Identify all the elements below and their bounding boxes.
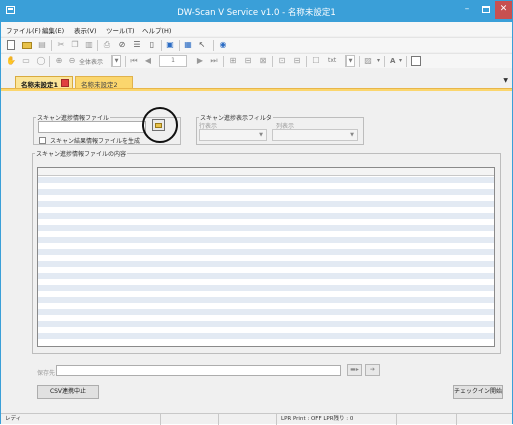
scan-file-path-input[interactable] <box>38 121 146 133</box>
toolbar-separator <box>179 40 180 51</box>
zoom-out-icon[interactable]: ⊖ <box>67 56 77 66</box>
status-ready: レディ <box>1 414 161 425</box>
toolbar-separator <box>272 56 273 67</box>
status-pane-empty <box>219 414 277 425</box>
help-icon[interactable]: ◉ <box>218 40 228 50</box>
toolbar-separator <box>384 56 385 67</box>
align-right-icon[interactable]: ⊠ <box>258 56 268 66</box>
page-number-field[interactable]: 1 <box>159 55 187 67</box>
chevron-down-icon: ▼ <box>350 132 354 138</box>
prev-page-icon[interactable]: ◀ <box>143 56 153 66</box>
status-bar: レディ LPR Print : OFF LPR残り : 0 <box>1 413 512 425</box>
toolbar-separator <box>213 40 214 51</box>
window-title: DW-Scan V Service v1.0 - 名称未設定1 <box>177 8 336 18</box>
align-top-icon[interactable]: ⊡ <box>277 56 287 66</box>
pointer-icon[interactable]: ↖ <box>197 40 207 50</box>
font-label[interactable]: A <box>390 57 395 65</box>
copy-icon[interactable]: ❐ <box>70 40 80 50</box>
toolbar-separator <box>306 56 307 67</box>
chevron-down-icon: ▼ <box>259 132 263 138</box>
toolbar-separator <box>49 56 50 67</box>
grid-header <box>38 168 494 176</box>
list-view-icon[interactable]: ☰ <box>132 40 142 50</box>
tab-band <box>1 88 512 91</box>
zoom-dropdown[interactable]: ▼ <box>111 55 121 67</box>
save-destination-input[interactable] <box>56 365 341 376</box>
frame-icon[interactable] <box>411 56 421 66</box>
grid-row[interactable] <box>38 339 494 345</box>
menu-edit[interactable]: 編集(E) <box>42 25 64 35</box>
maximize-icon <box>482 6 490 13</box>
main-toolbar: ▤ ✂ ❐ ▥ ⎙ ⊘ ☰ ▯ ▣ ▦ ↖ ◉ <box>1 37 512 52</box>
menu-bar: ファイル(F) 編集(E) 表示(V) ツール(T) ヘルプ(H) <box>1 22 512 36</box>
minimize-button[interactable]: – <box>457 1 477 19</box>
close-button[interactable]: ✕ <box>495 1 512 19</box>
zoom-in-icon[interactable]: ⊕ <box>54 56 64 66</box>
next-page-icon[interactable]: ▶ <box>195 56 205 66</box>
align-center-icon[interactable]: ⊟ <box>243 56 253 66</box>
zoom-fit-label[interactable]: 全体表示 <box>79 57 103 66</box>
text-box-icon[interactable]: ☐ <box>311 56 321 66</box>
first-page-icon[interactable]: ⏮ <box>129 56 139 66</box>
checkin-start-button[interactable]: チェックイン開始 <box>453 385 503 399</box>
save-export-button[interactable]: ➔ <box>365 364 380 376</box>
toolbar-separator <box>97 40 98 51</box>
maximize-button[interactable] <box>477 1 495 19</box>
col-filter-select[interactable]: ▼ <box>272 129 358 141</box>
tab-list-dropdown[interactable]: ▼ <box>503 77 508 84</box>
network-icon[interactable]: ▦ <box>183 40 193 50</box>
view-toolbar: ✋ ▭ ◯ ⊕ ⊖ 全体表示 ▼ ⏮ ◀ 1 ▶ ⏭ ⊞ ⊟ ⊠ ⊡ ⊟ ☐ t… <box>1 53 512 68</box>
align-left-icon[interactable]: ⊞ <box>228 56 238 66</box>
txt-dropdown[interactable]: ▼ <box>345 55 355 67</box>
menu-help[interactable]: ヘルプ(H) <box>142 25 171 35</box>
open-folder-icon[interactable] <box>22 42 32 49</box>
align-bottom-icon[interactable]: ⊟ <box>292 56 302 66</box>
font-dropdown-arrow[interactable]: ▾ <box>399 57 402 64</box>
save-destination-label: 保存先 <box>37 370 56 377</box>
fill-dropdown-arrow[interactable]: ▾ <box>377 57 380 64</box>
last-page-icon[interactable]: ⏭ <box>209 56 219 66</box>
detail-view-icon[interactable]: ▯ <box>147 40 157 50</box>
monitor-icon[interactable]: ▣ <box>165 40 175 50</box>
title-bar[interactable]: DW-Scan V Service v1.0 - 名称未設定1 – ✕ <box>1 1 512 22</box>
txt-label[interactable]: txt <box>328 57 336 64</box>
select-rect-icon[interactable]: ▭ <box>21 56 31 66</box>
toolbar-separator <box>359 56 360 67</box>
menu-file[interactable]: ファイル(F) <box>6 25 41 35</box>
chevron-down-icon: ▼ <box>112 56 120 66</box>
scan-icon[interactable]: ⊘ <box>117 40 127 50</box>
row-filter-select[interactable]: ▼ <box>199 129 267 141</box>
toolbar-separator <box>223 56 224 67</box>
contents-legend: スキャン進捗情報ファイルの内容 <box>36 151 127 158</box>
save-icon[interactable]: ▤ <box>37 40 47 50</box>
highlight-circle <box>142 107 178 143</box>
toolbar-separator <box>51 40 52 51</box>
status-lpr: LPR Print : OFF LPR残り : 0 <box>277 414 397 425</box>
status-pane-empty <box>161 414 219 425</box>
hand-tool-icon[interactable]: ✋ <box>6 56 16 66</box>
new-file-icon[interactable] <box>7 40 15 50</box>
close-tab-icon[interactable] <box>61 79 69 87</box>
save-browse-button[interactable]: ▬▸ <box>347 364 362 376</box>
document-tabs: 名称未設定1 名称未設定2 ▼ <box>1 69 512 89</box>
cut-icon[interactable]: ✂ <box>56 40 66 50</box>
print-icon[interactable]: ⎙ <box>102 40 112 50</box>
status-pane-empty <box>397 414 457 425</box>
paste-icon[interactable]: ▥ <box>84 40 94 50</box>
generate-result-file-label: スキャン結果情報ファイルを生成 <box>50 138 141 145</box>
lasso-icon[interactable]: ◯ <box>36 56 46 66</box>
toolbar-separator <box>406 56 407 67</box>
toolbar-separator <box>161 40 162 51</box>
generate-result-file-checkbox[interactable] <box>39 137 46 144</box>
menu-view[interactable]: 表示(V) <box>74 25 97 35</box>
scan-progress-grid[interactable] <box>37 167 495 347</box>
csv-stop-button[interactable]: CSV連携中止 <box>37 385 99 399</box>
app-window: DW-Scan V Service v1.0 - 名称未設定1 – ✕ ファイル… <box>0 0 513 425</box>
fill-pattern-icon[interactable]: ▨ <box>363 56 373 66</box>
chevron-down-icon: ▼ <box>346 56 354 66</box>
menu-tools[interactable]: ツール(T) <box>106 25 135 35</box>
toolbar-separator <box>125 56 126 67</box>
